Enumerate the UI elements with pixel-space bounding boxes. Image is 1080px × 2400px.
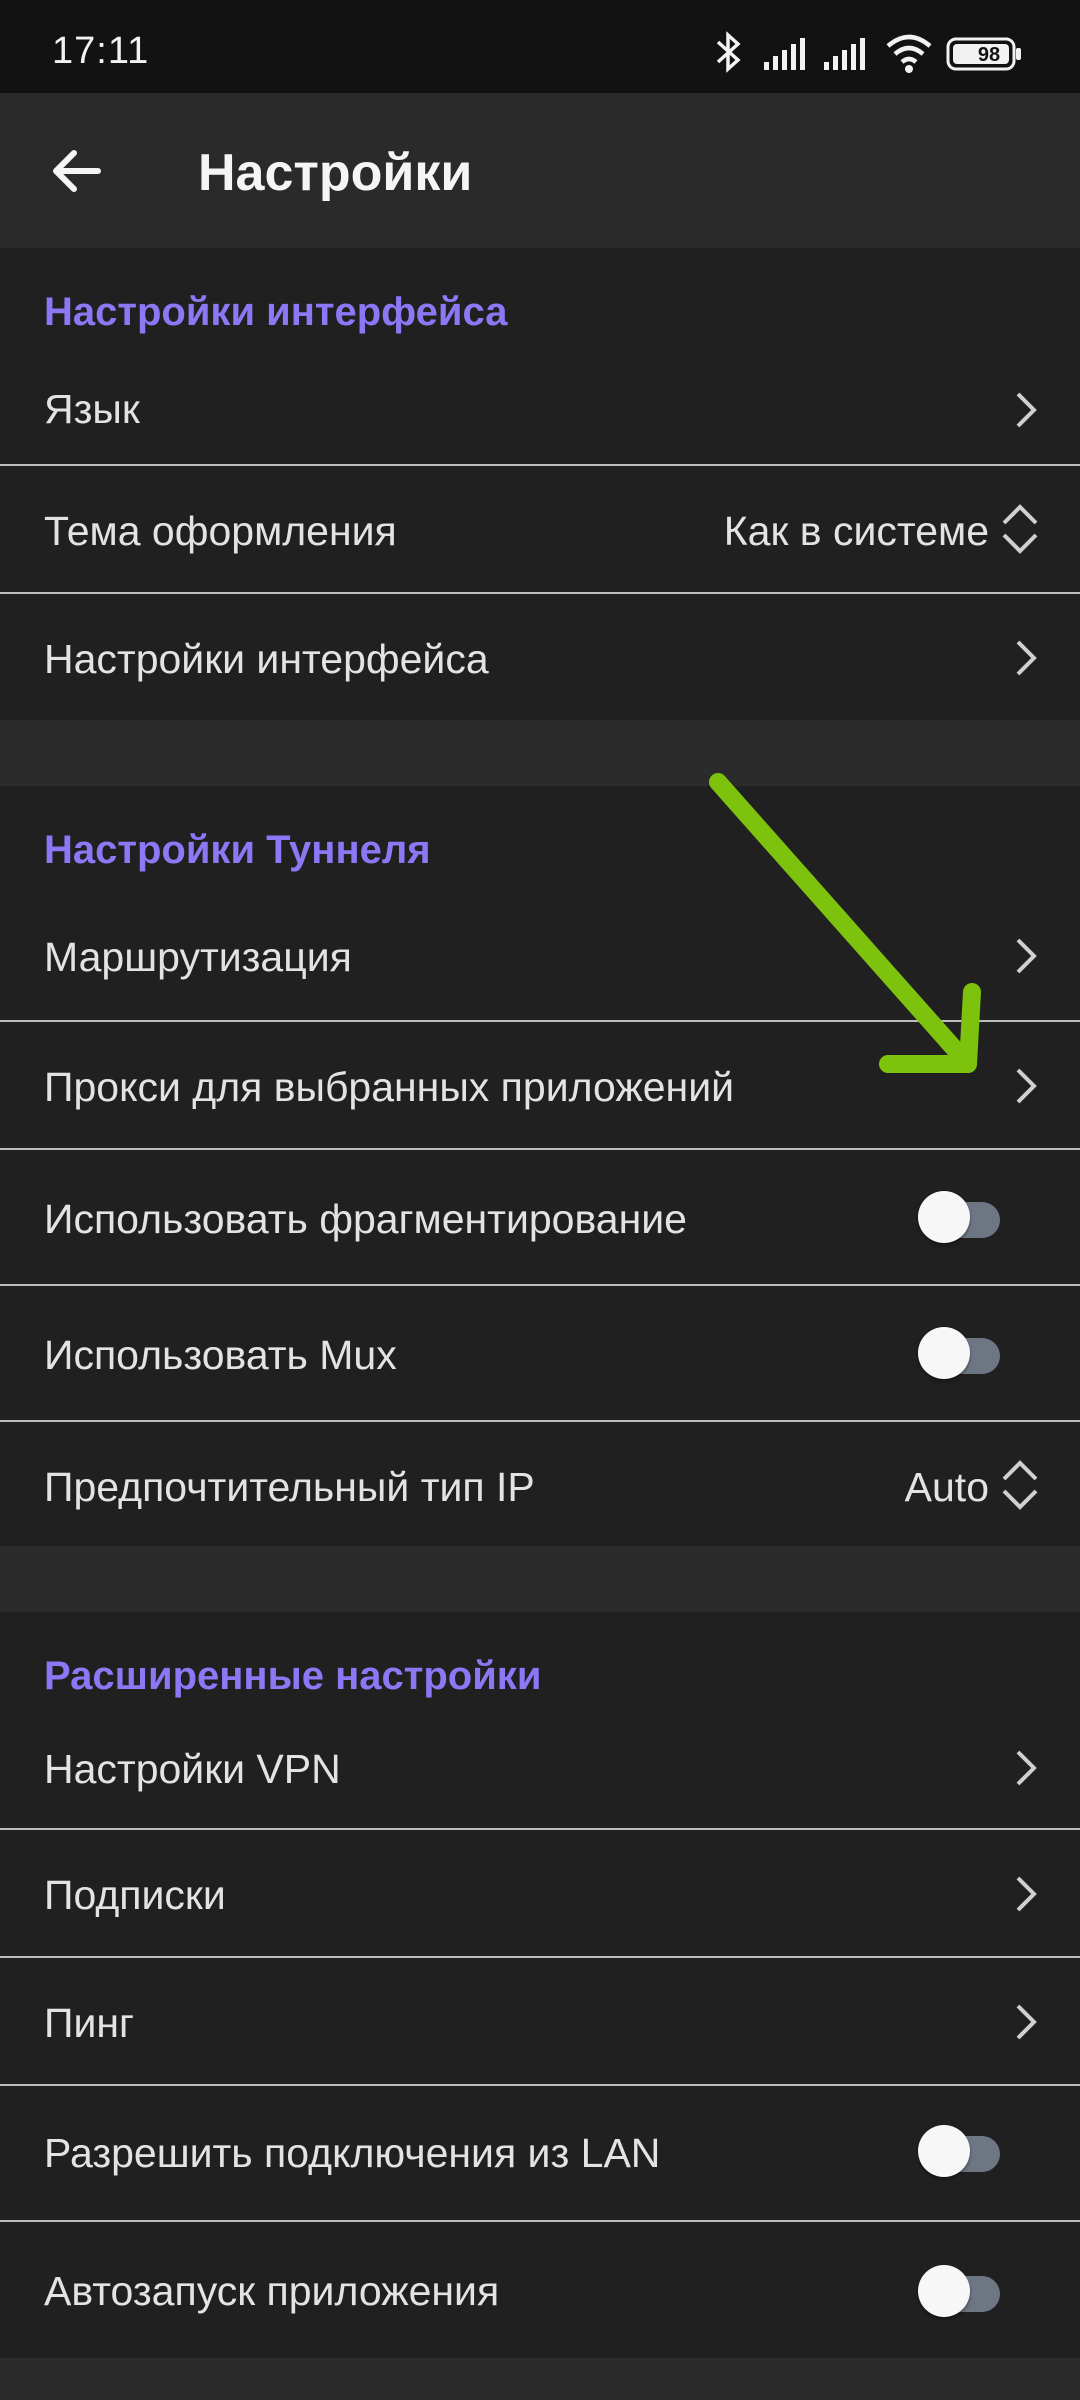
settings-item-ip-type[interactable]: Предпочтительный тип IP Auto: [0, 1422, 1080, 1546]
item-label: Подписки: [44, 1872, 226, 1918]
toggle-knob: [918, 1191, 970, 1243]
signal-icon: [764, 38, 805, 70]
item-label: Автозапуск приложения: [44, 2268, 500, 2314]
wifi-icon: [886, 34, 932, 73]
theme-value: Как в системе: [723, 508, 989, 554]
toggle-knob: [918, 2265, 970, 2317]
item-label: Использовать фрагментирование: [44, 1196, 687, 1242]
battery-level: 98: [977, 44, 1001, 66]
section-title: Настройки интерфейса: [44, 290, 508, 334]
section-interface: Настройки интерфейса Язык Тема оформлени…: [0, 248, 1080, 720]
chevron-right-icon: [1016, 1876, 1037, 1912]
item-label: Пинг: [44, 2000, 134, 2046]
settings-item-language[interactable]: Язык: [0, 360, 1080, 460]
item-label: Разрешить подключения из LAN: [44, 2130, 661, 2176]
settings-item-interface-settings[interactable]: Настройки интерфейса: [0, 594, 1080, 720]
item-label: Настройки интерфейса: [44, 636, 489, 682]
ip-type-value: Auto: [904, 1464, 989, 1510]
settings-item-theme[interactable]: Тема оформления Как в системе: [0, 466, 1080, 592]
section-title: Настройки Туннеля: [44, 828, 431, 872]
settings-item-mux[interactable]: Использовать Mux: [0, 1286, 1080, 1420]
settings-item-routing[interactable]: Маршрутизация: [0, 892, 1080, 1018]
item-label: Тема оформления: [44, 508, 397, 554]
toggle-knob: [918, 2125, 970, 2177]
chevron-right-icon: [1016, 938, 1037, 974]
settings-item-lan[interactable]: Разрешить подключения из LAN: [0, 2086, 1080, 2220]
mux-toggle[interactable]: [916, 1324, 1006, 1380]
item-label: Язык: [44, 386, 140, 432]
item-label: Прокси для выбранных приложений: [44, 1064, 734, 1110]
chevron-updown-icon: [1002, 504, 1038, 554]
chevron-right-icon: [1016, 1068, 1037, 1104]
item-label: Использовать Mux: [44, 1332, 397, 1378]
chevron-right-icon: [1016, 1750, 1037, 1786]
section-gap: [0, 1546, 1080, 1612]
bluetooth-icon: [716, 31, 741, 73]
status-bar: 17:11 98: [0, 0, 1080, 93]
section-advanced: Расширенные настройки Настройки VPN Подп…: [0, 1612, 1080, 2358]
status-time: 17:11: [52, 30, 150, 72]
app-toolbar: Настройки: [0, 93, 1080, 248]
settings-item-vpn[interactable]: Настройки VPN: [0, 1712, 1080, 1828]
back-button[interactable]: [36, 129, 120, 213]
settings-item-ping[interactable]: Пинг: [0, 1958, 1080, 2084]
autostart-toggle[interactable]: [916, 2262, 1006, 2318]
chevron-right-icon: [1016, 640, 1037, 676]
chevron-right-icon: [1016, 2004, 1037, 2040]
settings-item-subscriptions[interactable]: Подписки: [0, 1830, 1080, 1956]
section-title: Расширенные настройки: [44, 1654, 542, 1698]
lan-toggle[interactable]: [916, 2122, 1006, 2178]
item-label: Настройки VPN: [44, 1746, 341, 1792]
arrow-left-icon: [53, 150, 101, 192]
section-gap: [0, 2358, 1080, 2400]
chevron-updown-icon: [1002, 1460, 1038, 1510]
toggle-knob: [918, 1327, 970, 1379]
section-gap: [0, 720, 1080, 786]
signal-icon: [824, 38, 865, 70]
item-label: Маршрутизация: [44, 934, 352, 980]
section-tunnel: Настройки Туннеля Маршрутизация Прокси д…: [0, 786, 1080, 1546]
settings-item-fragmentation[interactable]: Использовать фрагментирование: [0, 1150, 1080, 1284]
fragmentation-toggle[interactable]: [916, 1188, 1006, 1244]
page-title: Настройки: [198, 144, 473, 202]
settings-item-autostart[interactable]: Автозапуск приложения: [0, 2222, 1080, 2358]
settings-item-per-app-proxy[interactable]: Прокси для выбранных приложений: [0, 1022, 1080, 1148]
chevron-right-icon: [1016, 392, 1037, 428]
item-label: Предпочтительный тип IP: [44, 1464, 535, 1510]
